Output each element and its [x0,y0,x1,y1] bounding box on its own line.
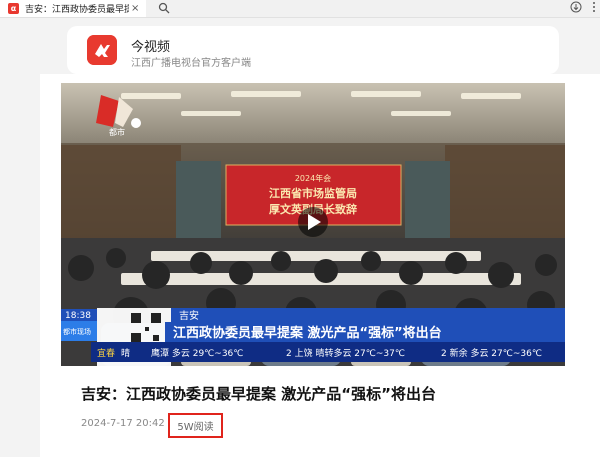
read-count-highlight: 5W阅读 [168,413,223,438]
qr-label: 都市现场 [63,327,91,336]
browser-tab[interactable]: α 吉安：江西政协委员最早提案 × [0,0,146,17]
video-player[interactable]: 2024年会 江西省市场监管局 厚文英副局长致辞 [61,83,565,366]
weather-item-2: 鹰潭 多云 29℃~36℃ [151,347,243,359]
tab-close-icon[interactable]: × [131,3,139,14]
search-icon[interactable] [158,2,170,14]
site-favicon-icon: α [8,3,19,14]
broadcast-time: 18:38 [65,311,91,321]
weather-item-4: 2 新余 多云 27℃~36℃ [441,347,542,359]
more-icon[interactable] [592,1,596,13]
tab-title: 吉安：江西政协委员最早提案 [25,5,129,15]
app-subtitle: 江西广播电视台官方客户端 [131,58,251,69]
browser-tab-bar: α 吉安：江西政协委员最早提案 × [0,0,600,18]
screen-line1: 江西省市场监管局 [269,186,357,200]
download-icon[interactable] [570,1,582,13]
play-button[interactable] [298,207,328,237]
video-frame: 2024年会 江西省市场监管局 厚文英副局长致辞 [61,83,565,366]
weather-item-1: 晴 [121,347,130,359]
lower-third-headline: 江西政协委员最早提案 激光产品“强标”将出台 [173,325,442,341]
weather-city-1: 宜春 [97,347,115,359]
read-count: 5W阅读 [177,422,214,433]
weather-item-3: 2 上饶 晴转多云 27℃~37℃ [286,347,405,359]
station-badge: 都市 [109,127,125,137]
article-title: 吉安：江西政协委员最早提案 激光产品“强标”将出台 [81,385,436,403]
lower-third-location: 吉安 [179,309,199,322]
app-header-card[interactable]: 今视频 江西广播电视台官方客户端 [67,26,559,74]
publish-date: 2024-7-17 20:42 [81,418,165,429]
screen-year: 2024年会 [295,173,331,183]
app-logo-icon [87,35,117,65]
app-name: 今视频 [131,40,171,55]
